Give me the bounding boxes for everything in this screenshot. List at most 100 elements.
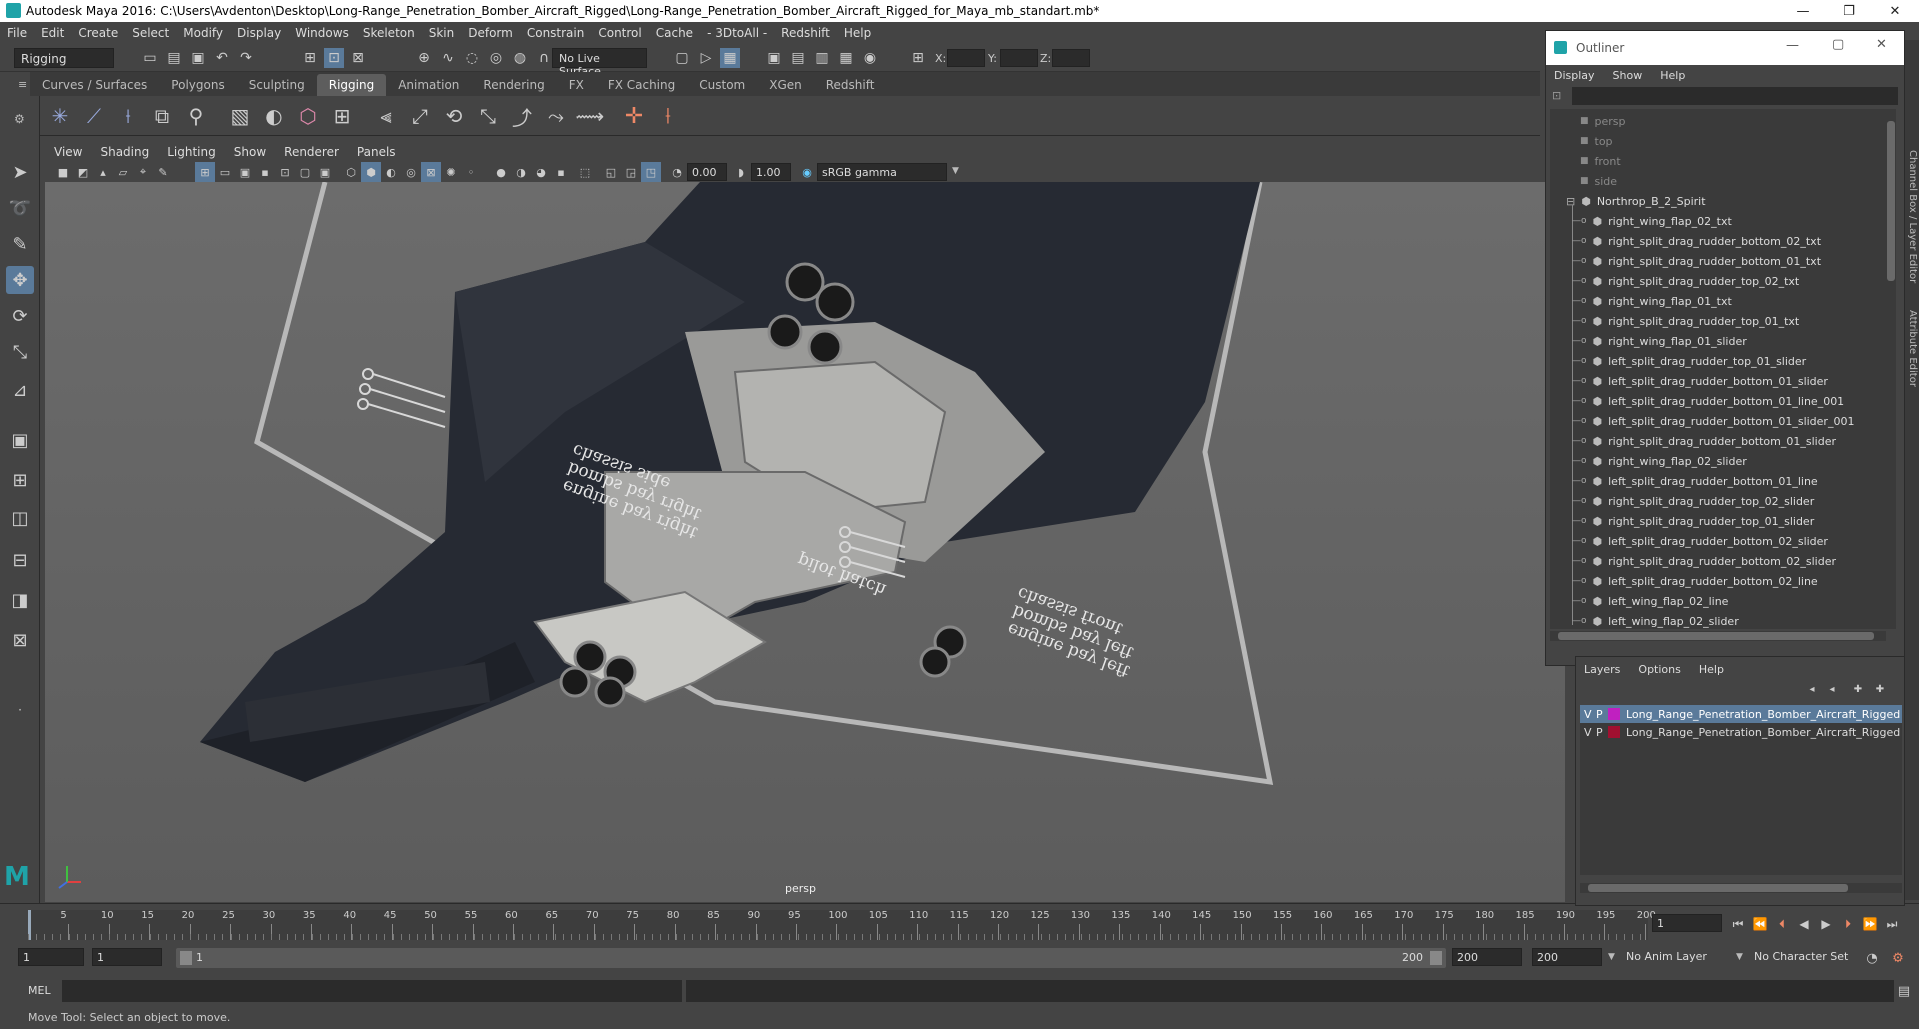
menu-deform[interactable]: Deform [461, 26, 520, 40]
outliner-item-row[interactable]: —o ⬢ right_split_drag_rudder_bottom_01_txt [1572, 251, 1821, 271]
menu-select[interactable]: Select [125, 26, 176, 40]
viewport-persp[interactable]: chassis side bombs bay right engine bay … [45, 182, 1565, 902]
tool-settings-icon[interactable]: ⚙ [14, 112, 25, 126]
render-view-icon[interactable]: ▦ [720, 48, 740, 68]
more-layouts-icon[interactable]: · [6, 696, 34, 724]
menu-cache[interactable]: Cache [649, 26, 700, 40]
outliner-item-row[interactable]: —o ⬢ left_split_drag_rudder_bottom_01_line… [1572, 391, 1844, 411]
outliner-item-row[interactable]: —o ⬢ right_split_drag_rudder_top_01_txt [1572, 311, 1799, 331]
go-to-end-icon[interactable]: ⏭ [1882, 914, 1902, 934]
visibility-toggle[interactable]: V [1580, 708, 1592, 721]
outliner-camera-row[interactable]: ■ side [1580, 171, 1617, 191]
select-component-icon[interactable]: ⊠ [348, 48, 368, 68]
isolate-icon[interactable]: ⬚ [575, 162, 595, 182]
bind-skin-icon[interactable]: ▧ [230, 104, 250, 128]
constraint-scale-icon[interactable]: ⤡ [478, 104, 498, 128]
ipr-render-icon[interactable]: ▤ [788, 48, 808, 68]
viewport-menu-lighting[interactable]: Lighting [158, 145, 225, 159]
outliner-item-row[interactable]: —o ⬢ left_split_drag_rudder_bottom_02_line [1572, 571, 1818, 591]
outliner-camera-row[interactable]: ■ persp [1580, 111, 1626, 131]
close-button[interactable]: ✕ [1876, 37, 1887, 52]
hscroll-thumb[interactable] [1588, 884, 1848, 892]
constraint-orient-icon[interactable]: ⟲ [444, 104, 464, 128]
paint-select-icon[interactable]: ✎ [6, 230, 34, 258]
outliner-item-row[interactable]: —o ⬢ left_split_drag_rudder_bottom_02_slid… [1572, 531, 1828, 551]
outliner-camera-row[interactable]: ■ front [1580, 151, 1621, 171]
select-hierarchy-icon[interactable]: ⊞ [300, 48, 320, 68]
camera-select-icon[interactable]: ■ [53, 162, 73, 182]
range-slider[interactable]: 1 200 [176, 948, 1446, 968]
outliner-menu-help[interactable]: Help [1660, 69, 1685, 82]
shadows-icon[interactable]: ◦ [461, 162, 481, 182]
anim-prefs-icon[interactable]: ⚙ [1888, 948, 1908, 968]
script-editor-icon[interactable]: ▤ [1894, 981, 1914, 1001]
gamma-icon[interactable]: ◗ [731, 162, 751, 182]
menu-create[interactable]: Create [71, 26, 125, 40]
end-time-field[interactable]: 200 [1532, 948, 1602, 966]
motion-blur-icon[interactable]: ◑ [511, 162, 531, 182]
start-time-field[interactable]: 1 [18, 948, 84, 966]
xray-icon[interactable]: ◱ [601, 162, 621, 182]
aa-icon[interactable]: ◕ [531, 162, 551, 182]
playback-end-field[interactable]: 200 [1452, 948, 1522, 966]
menu-redshift[interactable]: Redshift [774, 26, 837, 40]
y-field[interactable] [1000, 49, 1038, 67]
viewport-menu-shading[interactable]: Shading [91, 145, 158, 159]
persp-graph-icon[interactable]: ⊟ [6, 546, 34, 574]
layer-up-icon[interactable]: ◂ [1802, 679, 1822, 699]
outliner-search-input[interactable] [1572, 87, 1898, 105]
maximize-button[interactable]: ❐ [1826, 0, 1872, 22]
persp-outliner-icon[interactable]: ◨ [6, 586, 34, 614]
ik-spline-icon[interactable]: ⟊ [118, 104, 138, 128]
playback-start-field[interactable]: 1 [92, 948, 162, 966]
constraint-parent-icon[interactable]: ⫷ [376, 104, 396, 128]
exposure-icon[interactable]: ◔ [667, 162, 687, 182]
z-field[interactable] [1052, 49, 1090, 67]
layer-menu-help[interactable]: Help [1699, 663, 1724, 676]
move-tool-icon[interactable]: ✥ [6, 266, 34, 294]
lasso-tool-icon[interactable]: ➰ [6, 194, 34, 222]
outliner-item-row[interactable]: —o ⬢ right_split_drag_rudder_bottom_02_sli… [1572, 551, 1836, 571]
menu-constrain[interactable]: Constrain [520, 26, 592, 40]
default-material-icon[interactable]: ◐ [381, 162, 401, 182]
transform-input-icon[interactable]: ⊞ [908, 48, 928, 68]
safe-action-icon[interactable]: ▢ [295, 162, 315, 182]
camera-attr-icon[interactable]: ◩ [73, 162, 93, 182]
layer-hscroll[interactable] [1580, 883, 1902, 893]
outliner-item-row[interactable]: —o ⬢ left_split_drag_rudder_bottom_01_line [1572, 471, 1818, 491]
outliner-item-row[interactable]: —o ⬢ right_split_drag_rudder_bottom_01_sli… [1572, 431, 1836, 451]
snap-magnet-icon[interactable]: ∩ [534, 48, 554, 68]
locator-plus-icon[interactable]: ⟊ [658, 104, 678, 129]
outliner-item-row[interactable]: —o ⬢ right_wing_flap_01_txt [1572, 291, 1732, 311]
outliner-item-row[interactable]: —o ⬢ right_wing_flap_01_slider [1572, 331, 1747, 351]
grid-icon[interactable]: ⊞ [195, 162, 215, 182]
layer-menu-options[interactable]: Options [1638, 663, 1680, 676]
chevron-down-icon[interactable]: ▼ [1736, 952, 1743, 962]
shelf-tab-rigging[interactable]: Rigging [316, 74, 387, 96]
maximize-button[interactable]: ▢ [1832, 37, 1844, 52]
gamma-field[interactable]: 1.00 [751, 163, 791, 181]
character-set-dropdown[interactable]: No Character Set [1750, 948, 1862, 966]
shelf-tab-fx-caching[interactable]: FX Caching [596, 74, 687, 96]
exposure-field[interactable]: 0.00 [687, 163, 727, 181]
menu-modify[interactable]: Modify [176, 26, 230, 40]
layer-row[interactable]: V P Long_Range_Penetration_Bomber_Aircra… [1580, 705, 1902, 723]
menuset-dropdown[interactable]: Rigging [14, 48, 114, 68]
textured-icon[interactable]: ⊠ [421, 162, 441, 182]
shelf-tab-fx[interactable]: FX [557, 74, 596, 96]
ik-handle-icon[interactable]: ⟋ [84, 104, 104, 128]
scale-tool-icon[interactable]: ⤡ [6, 338, 34, 366]
vscroll-thumb[interactable] [1887, 121, 1895, 281]
select-object-icon[interactable]: ⊡ [324, 48, 344, 68]
outliner-item-row[interactable]: —o ⬢ right_wing_flap_02_slider [1572, 451, 1747, 471]
outliner-root-row[interactable]: ⊟ ⬢ Northrop_B_2_Spirit [1566, 191, 1706, 211]
step-forward-frame-icon[interactable]: ⏵ [1838, 914, 1858, 934]
hik-icon[interactable]: ⧉ [152, 104, 172, 128]
mel-input[interactable] [62, 980, 682, 1002]
snap-view-icon[interactable]: ◎ [486, 48, 506, 68]
paint-weights-icon[interactable]: ◐ [264, 104, 284, 128]
chevron-down-icon[interactable]: ▼ [952, 166, 959, 176]
x-field[interactable] [947, 49, 985, 67]
visibility-toggle[interactable]: V [1580, 726, 1592, 739]
safe-title-icon[interactable]: ▣ [315, 162, 335, 182]
